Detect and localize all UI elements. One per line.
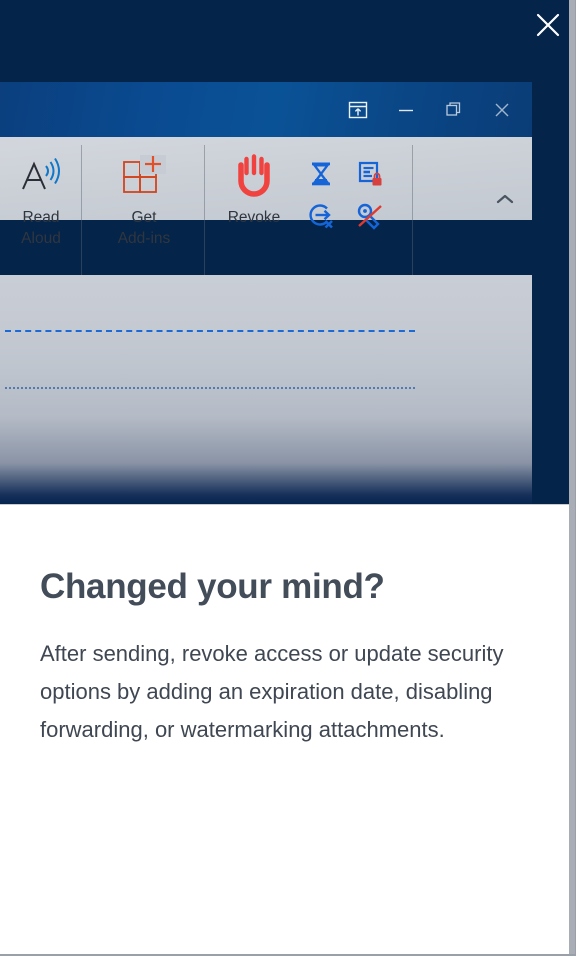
page-margin-line — [5, 387, 415, 389]
close-icon — [533, 10, 563, 40]
message-body-area[interactable] — [0, 275, 532, 504]
disable-copy-paste-button[interactable] — [350, 156, 390, 196]
virtru-small-button-grid — [298, 155, 396, 239]
get-add-ins-label: Get Add-ins — [117, 209, 171, 247]
restore-button[interactable] — [430, 88, 478, 132]
watermark-off-icon — [356, 202, 384, 235]
page-scrollbar[interactable] — [569, 0, 575, 954]
ribbon-content: ReadAloud Speech — [0, 137, 532, 299]
disable-forwarding-button[interactable] — [301, 198, 341, 238]
card-content: Changed your mind? After sending, revoke… — [0, 505, 575, 749]
window-titlebar — [0, 82, 532, 137]
read-aloud-button[interactable]: Read Aloud — [0, 149, 82, 249]
titlebar-button-group — [334, 82, 526, 137]
watermark-attachments-button[interactable] — [350, 198, 390, 238]
group-separator — [204, 145, 205, 289]
page-title: Changed your mind? — [40, 567, 385, 606]
info-card: Changed your mind? After sending, revoke… — [0, 504, 575, 954]
page-margin-line — [5, 330, 415, 332]
window-close-button[interactable] — [478, 88, 526, 132]
get-add-ins-icon — [120, 149, 168, 201]
navy-gutter — [532, 82, 570, 504]
outlook-window: ReadAloud Speech — [0, 82, 532, 504]
app-root: ReadAloud Speech — [0, 0, 576, 956]
card-body-text: After sending, revoke access or update s… — [40, 641, 504, 742]
revoke-hand-icon — [228, 149, 280, 201]
minimize-icon — [396, 100, 416, 120]
get-add-ins-button[interactable]: Get Add-ins — [83, 149, 205, 249]
group-separator — [412, 145, 413, 289]
expiration-date-button[interactable] — [301, 156, 341, 196]
restore-icon — [444, 100, 464, 120]
close-icon — [492, 100, 512, 120]
hero-screenshot-area: ReadAloud Speech — [0, 0, 575, 504]
collapse-ribbon-button[interactable] — [492, 190, 518, 212]
document-lock-icon — [356, 160, 384, 193]
ribbon-display-options-icon — [348, 100, 368, 120]
forward-disabled-icon — [307, 202, 335, 235]
minimize-button[interactable] — [382, 88, 430, 132]
revoke-label: Revoke — [227, 209, 281, 226]
read-aloud-icon — [18, 149, 64, 201]
hourglass-icon — [308, 160, 334, 193]
chevron-up-icon — [495, 192, 515, 211]
group-separator — [81, 145, 82, 289]
overlay-close-button[interactable] — [529, 6, 567, 44]
read-aloud-label: Read Aloud — [21, 209, 61, 247]
revoke-button[interactable]: Revoke — [206, 149, 302, 228]
ribbon-display-options-button[interactable] — [334, 88, 382, 132]
